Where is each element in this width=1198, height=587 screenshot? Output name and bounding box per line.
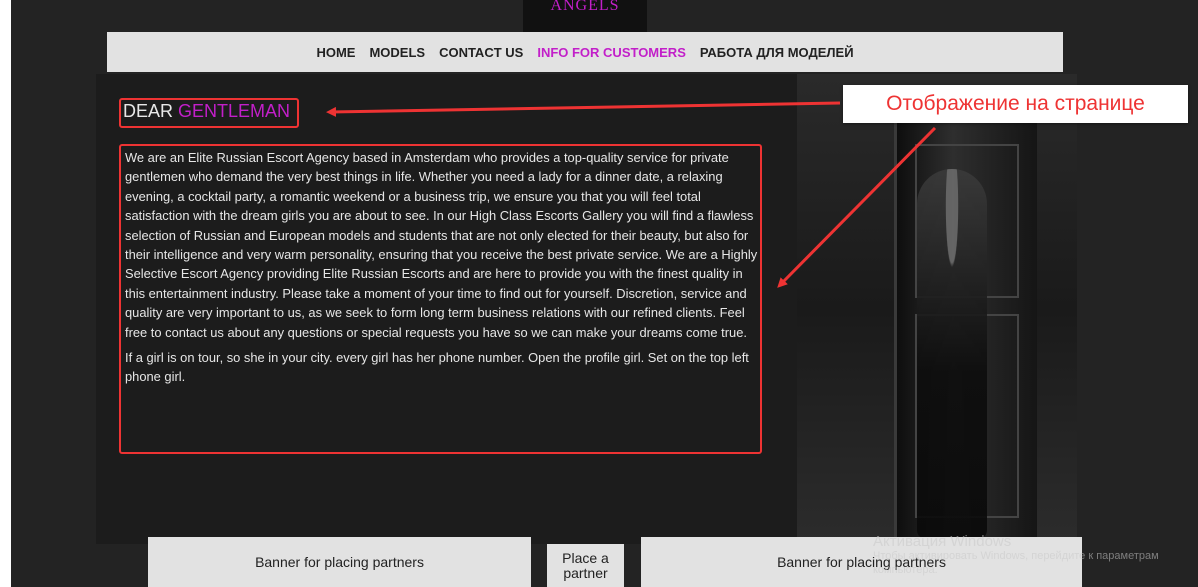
nav-contact-us[interactable]: CONTACT US [439, 45, 523, 60]
text-highlight-box [119, 144, 762, 454]
partner-banner-left-label: Banner for placing partners [255, 554, 424, 570]
logo-text: ANGELS [550, 0, 620, 14]
heading-highlight-box [119, 98, 299, 128]
nav-work-for-models[interactable]: РАБОТА ДЛЯ МОДЕЛЕЙ [700, 45, 854, 60]
nav-info-for-customers[interactable]: INFO FOR CUSTOMERS [537, 45, 686, 60]
partner-banner-middle-label: Place a partner [562, 549, 609, 581]
watermark-line-2: компьютера. [873, 564, 938, 576]
site-logo[interactable]: ANGELS [523, 0, 647, 32]
model-silhouette [917, 169, 987, 539]
hero-photo [797, 74, 1077, 544]
watermark-line-1: Чтобы активировать Windows, перейдите к … [873, 550, 1159, 562]
partner-banner-left[interactable]: Banner for placing partners [148, 537, 531, 587]
annotation-callout: Отображение на странице [843, 85, 1188, 123]
nav-home[interactable]: HOME [316, 45, 355, 60]
windows-activation-watermark: Активация Windows Чтобы активировать Win… [873, 533, 1159, 577]
main-navigation: HOME MODELS CONTACT US INFO FOR CUSTOMER… [107, 32, 1063, 72]
watermark-title: Активация Windows [873, 533, 1012, 550]
partner-banner-middle[interactable]: Place a partner [547, 544, 624, 587]
annotation-label: Отображение на странице [886, 92, 1145, 115]
nav-models[interactable]: MODELS [369, 45, 425, 60]
